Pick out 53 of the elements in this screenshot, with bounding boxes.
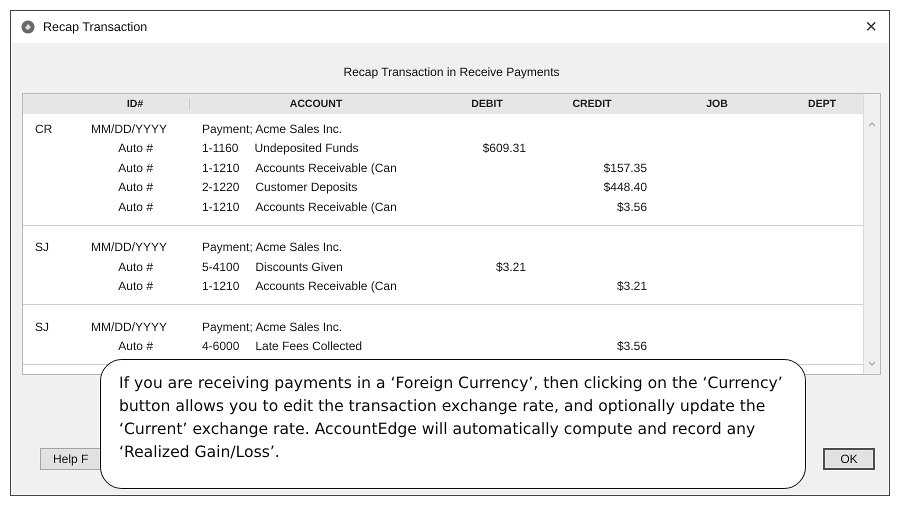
app-icon	[21, 20, 35, 34]
close-button[interactable]: ×	[863, 17, 879, 37]
account-name: Undeposited Funds	[254, 141, 359, 156]
scroll-down-icon[interactable]	[868, 361, 876, 366]
help-button[interactable]: Help F	[40, 448, 102, 470]
journal-code: CR	[34, 122, 54, 136]
scrollbar[interactable]	[863, 94, 880, 374]
window-title: Recap Transaction	[43, 20, 148, 34]
account-name: Accounts Receivable (Can	[255, 160, 397, 175]
account-number: 1-1210	[202, 160, 240, 175]
column-header: CREDIT	[571, 98, 613, 110]
date-cell-text: MM/DD/YYYY	[90, 240, 168, 254]
id-cell-text: Auto #	[117, 180, 154, 194]
column-header: DEPT	[806, 98, 837, 110]
debit-amount: $609.31	[482, 141, 526, 156]
scroll-up-icon[interactable]	[868, 122, 876, 127]
id-cell-text: Auto #	[117, 260, 154, 274]
memo-cell-text: Payment; Acme Sales Inc.	[201, 320, 342, 334]
id-cell-text: Auto #	[117, 200, 154, 214]
debit-amount: $3.21	[496, 260, 526, 274]
account-name: Accounts Receivable (Can	[255, 200, 397, 214]
account-number: 2-1220	[202, 180, 240, 194]
journal-code: SJ	[34, 320, 50, 334]
memo-cell-text: Payment; Acme Sales Inc.	[201, 122, 342, 136]
date-cell-text: MM/DD/YYYY	[90, 122, 168, 136]
id-cell-text: Auto #	[117, 141, 154, 156]
account-name: Discounts Given	[255, 260, 343, 274]
account-name: Late Fees Collected	[255, 339, 362, 354]
ok-button[interactable]: OK	[823, 448, 875, 470]
account-number: 1-1160	[202, 141, 238, 156]
account-number: 1-1210	[202, 200, 240, 214]
account-name: Customer Deposits	[255, 180, 358, 194]
credit-amount: $448.40	[604, 180, 647, 194]
account-number: 4-6000	[202, 339, 240, 354]
journal-code: SJ	[34, 240, 50, 254]
column-header: DEBIT	[470, 98, 504, 110]
column-header: ACCOUNT	[288, 98, 344, 110]
date-cell-text: MM/DD/YYYY	[90, 320, 168, 334]
id-cell-text: Auto #	[117, 279, 154, 294]
credit-amount: $3.21	[616, 279, 647, 294]
account-number: 5-4100	[202, 260, 240, 274]
id-cell-text: Auto #	[117, 160, 154, 175]
account-name: Accounts Receivable (Can	[255, 279, 397, 294]
callout-note: If you are receiving payments in a ‘Foreign Currency’, then clicking on the ‘Currency’ button allows you to edit the transaction exchange rate, and optionally update the ‘Current’ exchange rate. AccountEdge will automatically compute and record any ‘Realized Gain/Loss’.	[100, 359, 806, 489]
column-header: JOB	[705, 98, 729, 110]
credit-amount: $157.35	[604, 160, 647, 175]
memo-cell-text: Payment; Acme Sales Inc.	[201, 240, 342, 254]
credit-amount: $3.56	[616, 200, 647, 214]
account-number: 1-1210	[202, 279, 240, 294]
credit-amount: $3.56	[616, 339, 647, 354]
dialog-heading: Recap Transaction in Receive Payments	[342, 65, 561, 79]
id-cell-text: Auto #	[117, 339, 154, 354]
column-header: ID#	[81, 98, 190, 110]
